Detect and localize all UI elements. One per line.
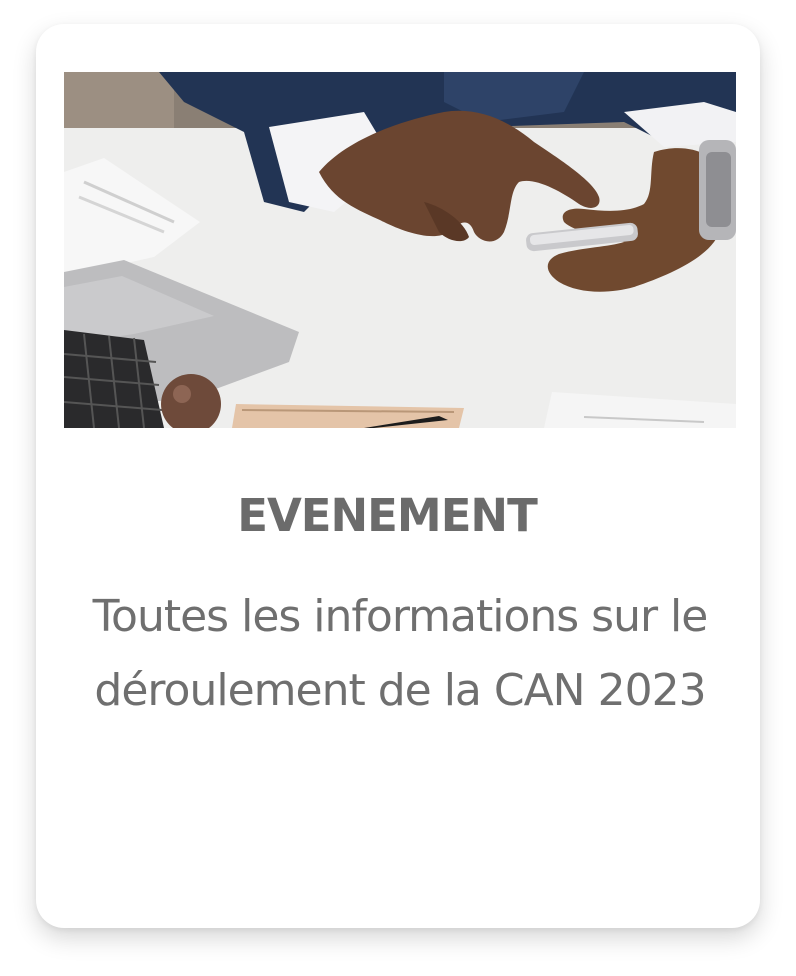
card-image [64,72,736,428]
card-title: EVENEMENT [237,489,538,542]
event-card[interactable]: EVENEMENT Toutes les informations sur le… [36,24,760,928]
card-description: Toutes les informations sur le dérouleme… [92,591,709,716]
